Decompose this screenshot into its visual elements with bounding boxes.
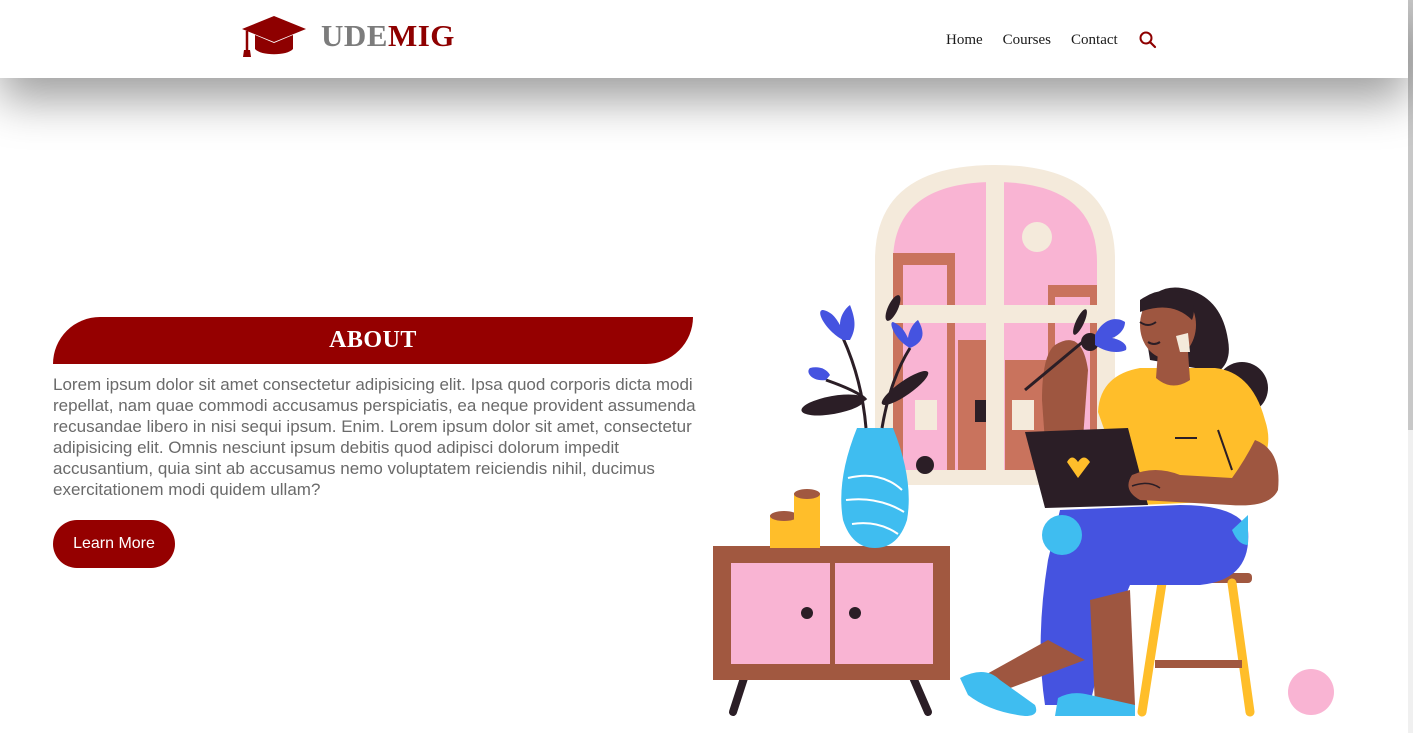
scrollbar[interactable] <box>1408 0 1413 733</box>
logo[interactable]: UDEMIG <box>241 12 455 60</box>
learn-more-button[interactable]: Learn More <box>53 520 175 568</box>
woman-with-laptop-illustration <box>713 165 1334 717</box>
nav-links: Home Courses Contact <box>946 30 1158 50</box>
nav-contact-link[interactable]: Contact <box>1071 32 1118 49</box>
about-title: ABOUT <box>329 327 417 353</box>
graduation-cap-icon <box>242 16 306 57</box>
search-icon[interactable] <box>1138 30 1158 50</box>
about-text: Lorem ipsum dolor sit amet consectetur a… <box>53 375 696 499</box>
brand-name-part2: MIG <box>387 18 455 53</box>
scrollbar-thumb[interactable] <box>1408 0 1413 430</box>
brand-name: UDEMIG <box>321 18 455 54</box>
nav-home-link[interactable]: Home <box>946 32 983 49</box>
nav-courses-link[interactable]: Courses <box>1003 32 1051 49</box>
about-header: ABOUT <box>53 317 693 364</box>
brand-name-part1: UDE <box>321 18 388 53</box>
navbar: UDEMIG Home Courses Contact <box>0 0 1408 78</box>
